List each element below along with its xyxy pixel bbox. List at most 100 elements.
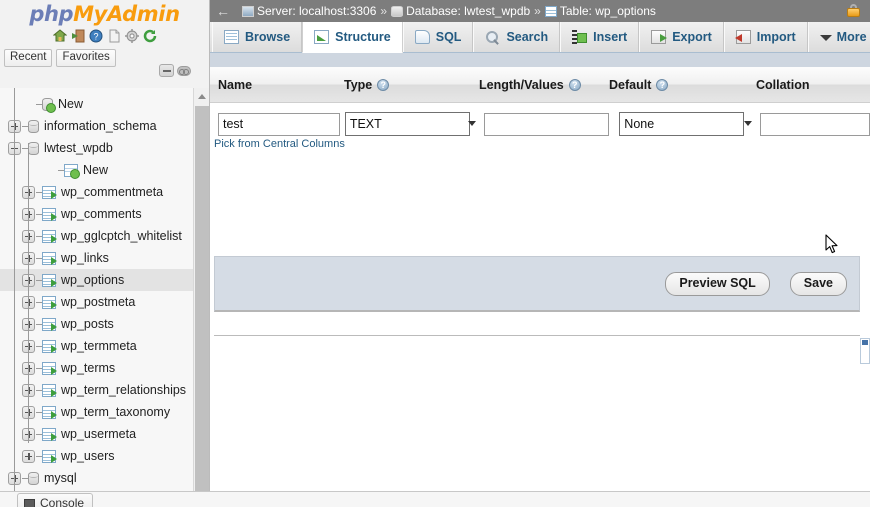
tree-item-wp_links[interactable]: wp_links [0, 247, 209, 269]
sidebar-scrollbar[interactable] [193, 88, 209, 507]
new-table-icon [64, 163, 80, 179]
docs-icon[interactable] [107, 29, 121, 43]
tab-sql[interactable]: SQL [402, 22, 474, 52]
logout-icon[interactable] [71, 29, 85, 43]
scroll-up-icon[interactable] [194, 88, 209, 104]
column-length-input[interactable] [483, 112, 609, 136]
tree-item-wp_terms[interactable]: wp_terms [0, 357, 209, 379]
column-form-area: Name Type ? Length/Values ? Default ? Co… [210, 53, 870, 364]
tab-more[interactable]: More [807, 22, 870, 52]
tree-item-label: wp_postmeta [61, 295, 136, 309]
search-icon [485, 30, 500, 44]
breadcrumb-server-label: Server: localhost:3306 [257, 4, 377, 18]
settings-icon[interactable] [124, 29, 139, 43]
tree-vline [14, 88, 15, 507]
console-toggle-button[interactable]: Console [17, 493, 94, 507]
column-name-input[interactable] [218, 112, 340, 136]
column-definition-row: TEXT None [210, 103, 870, 136]
tab-search[interactable]: Search [473, 22, 561, 52]
tree-item-wp_posts[interactable]: wp_posts [0, 313, 209, 335]
tree-item-wp_usermeta[interactable]: wp_usermeta [0, 423, 209, 445]
tree-item-label: New [58, 97, 84, 111]
favorites-button[interactable]: Favorites [56, 49, 116, 67]
save-button[interactable]: Save [789, 272, 847, 296]
brand-myadmin: MyAdmin [73, 2, 180, 26]
breadcrumb: ← Server: localhost:3306 » Database: lwt… [210, 0, 870, 22]
server-icon [242, 5, 254, 17]
help-icon-default[interactable]: ? [656, 78, 669, 91]
back-arrow-icon[interactable]: ← [214, 4, 242, 18]
brand-logo-text: phpMyAdmin [29, 2, 180, 26]
recent-button[interactable]: Recent [4, 49, 53, 67]
tab-import[interactable]: Import [723, 22, 808, 52]
tree-item-wp_comments[interactable]: wp_comments [0, 203, 209, 225]
tree-item-wp_gglcptch_whitelist[interactable]: wp_gglcptch_whitelist [0, 225, 209, 247]
tree-item-label: wp_gglcptch_whitelist [61, 229, 182, 243]
preview-sql-button[interactable]: Preview SQL [665, 272, 770, 296]
help-icon-type[interactable]: ? [377, 78, 390, 91]
tree-item-mysql[interactable]: mysql [0, 467, 209, 489]
tree-item-label: wp_options [61, 273, 125, 287]
cell-length [483, 112, 620, 136]
browse-icon [224, 30, 239, 44]
tab-insert[interactable]: Insert [560, 22, 640, 52]
column-collation-input[interactable] [760, 112, 870, 136]
collapse-all-icon[interactable] [159, 64, 174, 77]
tree-item-label: wp_links [61, 251, 109, 265]
breadcrumb-database[interactable]: Database: lwtest_wpdb [391, 4, 530, 18]
tab-structure[interactable]: Structure [302, 22, 403, 53]
action-button-panel: Preview SQL Save [214, 256, 860, 312]
tree-item-label: wp_users [61, 449, 115, 463]
tree-item-wp_term_relationships[interactable]: wp_term_relationships [0, 379, 209, 401]
table-icon [42, 295, 57, 309]
svg-text:?: ? [93, 32, 98, 42]
tab-export[interactable]: Export [639, 22, 724, 52]
tree-item-wp_termmeta[interactable]: wp_termmeta [0, 335, 209, 357]
tree-item-lwtest_wpdb[interactable]: lwtest_wpdb [0, 137, 209, 159]
tree-item-new[interactable]: New [0, 93, 209, 115]
scrollbar-thumb[interactable] [195, 106, 209, 496]
table-icon [42, 207, 57, 221]
pick-from-central-columns-link[interactable]: Pick from Central Columns [210, 135, 870, 150]
form-top-spacer [210, 53, 870, 67]
help-icon-length[interactable]: ? [568, 78, 581, 91]
tree-item-label: wp_posts [61, 317, 114, 331]
expand-icon[interactable] [22, 449, 35, 463]
brand-logo[interactable]: phpMyAdmin [0, 0, 209, 26]
tree-item-wp_users[interactable]: wp_users [0, 445, 209, 467]
content-divider [214, 335, 860, 336]
tree-item-information_schema[interactable]: information_schema [0, 115, 209, 137]
breadcrumb-table[interactable]: Table: wp_options [544, 4, 656, 18]
tree-item-wp_commentmeta[interactable]: wp_commentmeta [0, 181, 209, 203]
right-edge-widget[interactable] [860, 338, 870, 364]
chevron-down-icon [819, 32, 832, 43]
column-default-select[interactable]: None [619, 112, 745, 136]
cell-name [210, 112, 345, 136]
breadcrumb-table-label: Table: wp_options [559, 4, 656, 18]
breadcrumb-server[interactable]: Server: localhost:3306 [242, 4, 376, 18]
database-tree: New information_schema lwtest_wpdb New wp_co… [0, 88, 209, 507]
lock-icon[interactable] [847, 4, 860, 17]
tree-item-wp_options[interactable]: wp_options [0, 269, 209, 291]
link-with-main-panel-icon[interactable] [177, 65, 191, 76]
cell-default: None [619, 112, 760, 136]
header-length-values-label: Length/Values [479, 77, 564, 92]
home-icon[interactable] [52, 29, 67, 43]
tree-item-wp_term_taxonomy[interactable]: wp_term_taxonomy [0, 401, 209, 423]
export-icon [651, 30, 668, 44]
sql-icon [414, 30, 430, 44]
tree-item-new[interactable]: New [0, 159, 209, 181]
column-type-select[interactable]: TEXT [344, 112, 470, 136]
tree-item-label: wp_terms [61, 361, 116, 375]
column-headers: Name Type ? Length/Values ? Default ? Co… [210, 67, 870, 103]
tree-item-label: wp_term_relationships [61, 383, 187, 397]
reload-icon[interactable] [143, 29, 157, 43]
tree-item-wp_postmeta[interactable]: wp_postmeta [0, 291, 209, 313]
tree-item-label: wp_comments [61, 207, 142, 221]
table-icon [42, 339, 57, 353]
tree-item-label: wp_termmeta [61, 339, 137, 353]
tab-browse[interactable]: Browse [212, 22, 303, 52]
help-icon[interactable]: ? [89, 29, 103, 43]
table-icon [42, 185, 57, 199]
tree-item-label: lwtest_wpdb [44, 141, 113, 155]
